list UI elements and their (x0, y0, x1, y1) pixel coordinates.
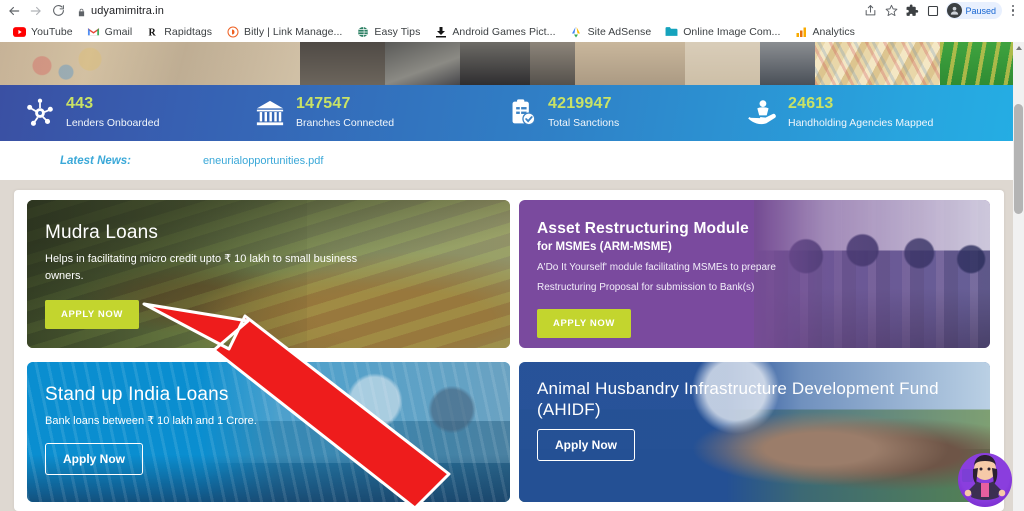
chatbot-avatar[interactable] (954, 449, 1016, 511)
bookmark-label: Site AdSense (587, 25, 652, 38)
bookmark-label: Online Image Com... (683, 25, 781, 38)
card-asset-restructuring-module[interactable]: Asset Restructuring Module for MSMEs (AR… (519, 200, 990, 348)
clipboard-check-icon (506, 97, 538, 129)
card-stand-up-india-loans[interactable]: Stand up India Loans Bank loans between … (27, 362, 510, 502)
card-line-2: Restructuring Proposal for submission to… (537, 282, 755, 293)
youtube-icon (13, 25, 26, 38)
stat-label: Handholding Agencies Mapped (788, 117, 934, 130)
stat-label: Branches Connected (296, 117, 395, 130)
apply-now-button[interactable]: APPLY NOW (45, 300, 139, 330)
bitly-icon (226, 25, 239, 38)
handholding-icon (746, 97, 778, 129)
profile-paused-label: Paused (965, 5, 996, 16)
gmail-icon (87, 25, 100, 38)
scrollbar-thumb[interactable] (1014, 104, 1023, 214)
vertical-scrollbar[interactable] (1013, 42, 1024, 511)
bookmark-label: Analytics (812, 25, 855, 38)
stat-value: 443 (66, 94, 94, 112)
lock-icon (77, 5, 86, 17)
bookmark-site-adsense[interactable]: Site AdSense (563, 22, 659, 42)
rapidtags-icon: R (146, 25, 159, 38)
card-title: Stand up India Loans (45, 384, 229, 405)
stat-handholding-agencies: 24613 Handholding Agencies Mapped (746, 95, 996, 131)
card-title: Mudra Loans (45, 222, 159, 243)
adsense-icon (570, 25, 583, 38)
kebab-menu-icon[interactable] (1005, 1, 1021, 21)
bookmark-label: Easy Tips (374, 25, 421, 38)
omnibox-row: udyamimitra.in Paused (0, 0, 1024, 21)
card-subtitle: for MSMEs (ARM-MSME) (537, 241, 672, 253)
stat-label: Lenders Onboarded (66, 117, 160, 130)
sidepanel-icon[interactable] (923, 1, 943, 21)
card-title: Animal Husbandry Infrastructure Developm… (537, 379, 939, 420)
stat-lenders-onboarded: 443 Lenders Onboarded (24, 95, 254, 131)
bookmark-label: Gmail (104, 25, 133, 38)
card-description: Helps in facilitating micro credit upto … (45, 253, 358, 283)
share-icon[interactable] (860, 1, 880, 21)
bookmark-easy-tips[interactable]: Easy Tips (349, 22, 427, 42)
navigation-buttons (0, 1, 68, 21)
bookmark-youtube[interactable]: YouTube (6, 22, 80, 42)
latest-news-label: Latest News: (60, 154, 131, 167)
bookmark-analytics[interactable]: Analytics (787, 22, 861, 42)
extensions-icon[interactable] (902, 1, 922, 21)
omnibox-actions: Paused (860, 0, 1021, 21)
star-icon[interactable] (881, 1, 901, 21)
latest-news-item[interactable]: eneurialopportunities.pdf (203, 155, 323, 167)
bookmark-label: Rapidtags (164, 25, 213, 38)
statistics-bar: 443 Lenders Onboarded 147547 Branches Co… (0, 85, 1024, 141)
bookmark-label: Bitly | Link Manage... (244, 25, 343, 38)
bookmark-online-image[interactable]: Online Image Com... (658, 22, 787, 42)
analytics-icon (794, 25, 807, 38)
chatbot-figure-icon (962, 455, 1006, 500)
stat-branches-connected: 147547 Branches Connected (254, 95, 506, 131)
profile-status-pill[interactable]: Paused (946, 2, 1002, 19)
svg-text:R: R (148, 27, 156, 38)
stat-label: Total Sanctions (548, 117, 620, 130)
bookmark-label: Android Games Pict... (452, 25, 556, 38)
avatar (947, 3, 963, 18)
card-description: Bank loans between ₹ 10 lakh and 1 Crore… (45, 415, 257, 427)
bank-icon (254, 97, 286, 129)
back-arrow-icon[interactable] (4, 1, 24, 21)
stat-total-sanctions: 4219947 Total Sanctions (506, 95, 746, 131)
card-line-1: A'Do It Yourself' module facilitating MS… (537, 262, 776, 273)
globe-icon (356, 25, 369, 38)
apply-now-button[interactable]: Apply Now (537, 429, 635, 462)
bookmark-label: YouTube (31, 25, 73, 38)
url-text: udyamimitra.in (91, 4, 164, 17)
reload-icon[interactable] (48, 1, 68, 21)
bookmark-android-games[interactable]: Android Games Pict... (427, 22, 562, 42)
card-title: Asset Restructuring Module (537, 220, 749, 237)
stat-value: 147547 (296, 94, 351, 112)
folder-icon (665, 25, 678, 38)
download-icon (434, 25, 447, 38)
stat-value: 4219947 (548, 94, 612, 112)
bookmark-rapidtags[interactable]: R Rapidtags (139, 22, 219, 42)
network-node-icon (24, 97, 56, 129)
hero-banner-strip (0, 42, 1024, 85)
browser-chrome: udyamimitra.in Paused YouTube Gmail R Ra… (0, 0, 1024, 42)
forward-arrow-icon[interactable] (26, 1, 46, 21)
address-bar[interactable]: udyamimitra.in (77, 5, 164, 17)
bookmark-bitly[interactable]: Bitly | Link Manage... (219, 22, 349, 42)
scroll-up-arrow-icon[interactable] (1013, 42, 1024, 53)
bookmarks-bar: YouTube Gmail R Rapidtags Bitly | Link M… (0, 21, 1024, 42)
bookmark-gmail[interactable]: Gmail (80, 22, 140, 42)
stat-value: 24613 (788, 94, 834, 112)
apply-now-button[interactable]: Apply Now (45, 442, 143, 475)
card-animal-husbandry-ahidf[interactable]: Animal Husbandry Infrastructure Developm… (519, 362, 990, 502)
apply-now-button[interactable]: APPLY NOW (537, 309, 631, 338)
card-mudra-loans[interactable]: Mudra Loans Helps in facilitating micro … (27, 200, 510, 348)
latest-news-bar: Latest News: eneurialopportunities.pdf (0, 141, 1024, 180)
browser-window: udyamimitra.in Paused YouTube Gmail R Ra… (0, 0, 1024, 511)
